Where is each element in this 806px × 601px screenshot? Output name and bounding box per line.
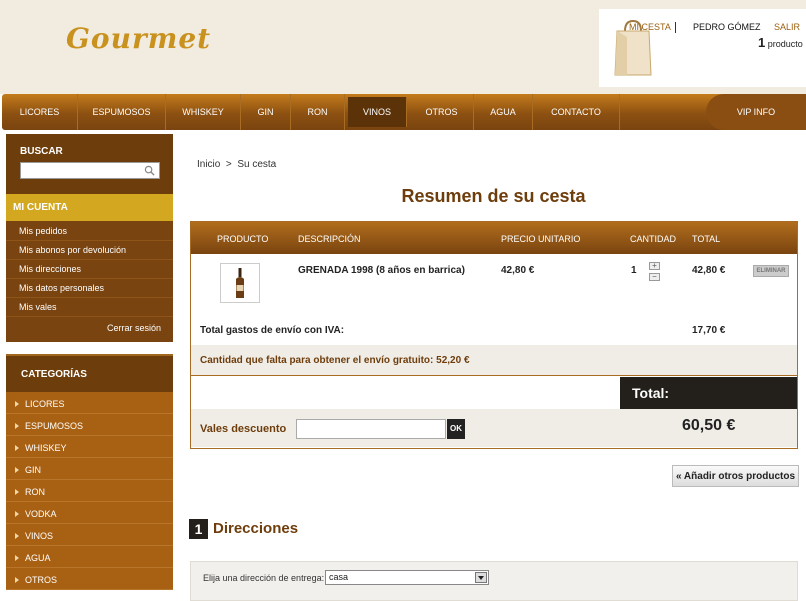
cart-count-number: 1 xyxy=(758,35,766,50)
nav-contacto[interactable]: CONTACTO xyxy=(533,94,620,130)
free-shipping-row: Cantidad que falta para obtener el envío… xyxy=(191,345,797,376)
address-select[interactable]: casa xyxy=(325,570,489,585)
account-item-vouchers[interactable]: Mis vales xyxy=(6,298,173,317)
logout-link[interactable]: SALIR xyxy=(774,22,800,32)
cart-table: PRODUCTO DESCRIPCIÓN PRECIO UNITARIO CAN… xyxy=(190,221,798,449)
header-total: TOTAL xyxy=(692,234,721,244)
nav-agua[interactable]: AGUA xyxy=(474,94,533,130)
account-menu: Mis pedidos Mis abonos por devolución Mi… xyxy=(6,221,173,342)
page-title: Resumen de su cesta xyxy=(401,186,586,206)
header-quantity: CANTIDAD xyxy=(630,234,677,244)
nav-ron[interactable]: RON xyxy=(291,94,345,130)
nav-whiskey[interactable]: WHISKEY xyxy=(166,94,241,130)
breadcrumb-current: Su cesta xyxy=(237,159,277,170)
user-name: PEDRO GÓMEZ xyxy=(693,22,761,32)
shipping-row: Total gastos de envío con IVA: 17,70 € xyxy=(191,316,797,345)
category-gin[interactable]: GIN xyxy=(6,458,173,480)
breadcrumb-home[interactable]: Inicio xyxy=(197,159,220,170)
search-panel: BUSCAR xyxy=(6,134,173,194)
account-item-addresses[interactable]: Mis direcciones xyxy=(6,260,173,279)
account-title: MI CUENTA xyxy=(6,194,173,221)
quantity-decrease-button[interactable]: − xyxy=(649,273,660,281)
quantity-increase-button[interactable]: + xyxy=(649,262,660,270)
address-selected-value: casa xyxy=(329,572,349,582)
account-item-orders[interactable]: Mis pedidos xyxy=(6,222,173,241)
voucher-input[interactable] xyxy=(296,419,446,439)
sidebar: BUSCAR MI CUENTA Mis pedidos Mis abonos … xyxy=(6,134,173,590)
free-shipping-note: Cantidad que falta para obtener el envío… xyxy=(200,355,470,366)
chevron-down-icon[interactable] xyxy=(475,572,487,583)
item-description[interactable]: GRENADA 1998 (8 años en barrica) xyxy=(298,265,465,276)
cart-count-label: producto xyxy=(767,39,803,49)
category-vinos[interactable]: VINOS xyxy=(6,524,173,546)
logout-link-sidebar[interactable]: Cerrar sesión xyxy=(6,317,173,342)
nav-vip-info[interactable]: VIP INFO xyxy=(706,94,806,130)
divider xyxy=(675,22,676,33)
main-nav: LICORES ESPUMOSOS WHISKEY GIN RON VINOS … xyxy=(2,94,806,130)
category-otros[interactable]: OTROS xyxy=(6,568,173,590)
shipping-value: 17,70 € xyxy=(692,325,726,336)
nav-vinos[interactable]: VINOS xyxy=(348,97,407,127)
header-description: DESCRIPCIÓN xyxy=(298,234,361,244)
categories-list: LICORES ESPUMOSOS WHISKEY GIN RON VODKA … xyxy=(6,392,173,590)
search-label: BUSCAR xyxy=(20,146,63,157)
item-quantity: 1 xyxy=(631,265,637,276)
category-agua[interactable]: AGUA xyxy=(6,546,173,568)
header-product: PRODUCTO xyxy=(217,234,269,244)
account-item-personal-data[interactable]: Mis datos personales xyxy=(6,279,173,298)
step-number: 1 xyxy=(189,519,208,539)
category-licores[interactable]: LICORES xyxy=(6,392,173,414)
nav-licores[interactable]: LICORES xyxy=(2,94,78,130)
address-select-label: Elija una dirección de entrega: xyxy=(203,573,325,583)
search-input[interactable] xyxy=(20,162,160,179)
cart-header: PRODUCTO DESCRIPCIÓN PRECIO UNITARIO CAN… xyxy=(191,222,797,254)
account-item-refunds[interactable]: Mis abonos por devolución xyxy=(6,241,173,260)
search-icon[interactable] xyxy=(144,165,155,176)
add-more-products-button[interactable]: « Añadir otros productos xyxy=(672,465,799,487)
total-label: Total: xyxy=(620,377,797,409)
item-total: 42,80 € xyxy=(692,265,726,276)
nav-gin[interactable]: GIN xyxy=(241,94,291,130)
item-unit-price: 42,80 € xyxy=(501,265,535,276)
cart-count: 1 producto xyxy=(758,35,803,50)
addresses-title: Direcciones xyxy=(213,520,299,537)
category-whiskey[interactable]: WHISKEY xyxy=(6,436,173,458)
breadcrumb: Inicio > Su cesta xyxy=(197,159,276,170)
header-unit-price: PRECIO UNITARIO xyxy=(501,234,581,244)
address-select-panel: Elija una dirección de entrega: casa xyxy=(190,561,798,601)
shipping-label: Total gastos de envío con IVA: xyxy=(200,325,345,336)
breadcrumb-separator: > xyxy=(225,159,232,170)
voucher-row: Vales descuento OK 60,50 € xyxy=(191,409,797,447)
user-box: MI CESTA PEDRO GÓMEZ SALIR 1 producto xyxy=(599,9,806,87)
nav-espumosos[interactable]: ESPUMOSOS xyxy=(78,94,166,130)
categories-title: CATEGORÍAS xyxy=(6,354,173,392)
voucher-ok-button[interactable]: OK xyxy=(447,419,465,439)
logo[interactable]: Gourmet xyxy=(66,22,211,55)
bottle-icon xyxy=(236,268,244,298)
category-vodka[interactable]: VODKA xyxy=(6,502,173,524)
product-thumbnail[interactable] xyxy=(220,263,260,303)
category-ron[interactable]: RON xyxy=(6,480,173,502)
voucher-label: Vales descuento xyxy=(200,423,287,435)
nav-otros[interactable]: OTROS xyxy=(410,94,474,130)
total-value: 60,50 € xyxy=(682,417,736,434)
remove-item-button[interactable]: ELIMINAR xyxy=(753,265,789,277)
my-cart-link[interactable]: MI CESTA xyxy=(629,22,671,32)
category-espumosos[interactable]: ESPUMOSOS xyxy=(6,414,173,436)
